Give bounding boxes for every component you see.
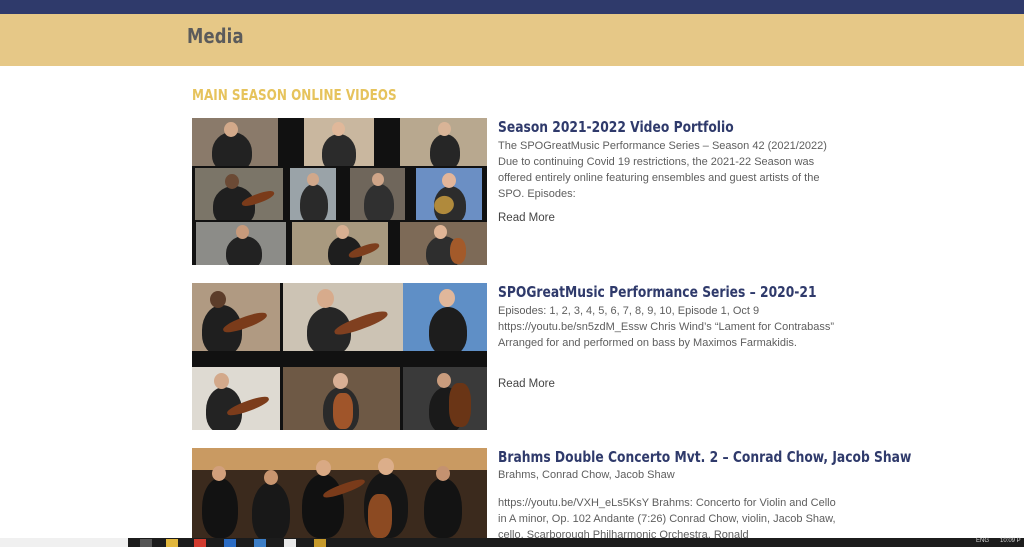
language-indicator[interactable]: ENG: [976, 538, 989, 544]
app-icon[interactable]: [284, 539, 296, 547]
video-post-season-2021-2022: Season 2021-2022 Video Portfolio The SPO…: [192, 118, 842, 266]
os-taskbar: ENG 10:09 P: [0, 538, 1024, 547]
page-title: Media: [187, 24, 244, 48]
entry-excerpt: The SPOGreatMusic Performance Series – S…: [498, 140, 827, 200]
top-nav-bar: [0, 0, 1024, 14]
app-icon[interactable]: [224, 539, 236, 547]
video-post-brahms-double-concerto: Brahms Double Concerto Mvt. 2 – Conrad C…: [192, 448, 911, 541]
task-view-icon[interactable]: [140, 539, 152, 547]
entry-excerpt: Episodes: 1, 2, 3, 4, 5, 6, 7, 8, 9, 10,…: [498, 305, 835, 349]
entry-title[interactable]: SPOGreatMusic Performance Series – 2020-…: [498, 283, 817, 301]
taskbar-search-box[interactable]: [0, 538, 128, 547]
video-thumbnail[interactable]: [192, 283, 487, 430]
file-explorer-icon[interactable]: [166, 539, 178, 547]
entry-title[interactable]: Brahms Double Concerto Mvt. 2 – Conrad C…: [498, 448, 911, 466]
page-header: [0, 14, 1024, 66]
system-clock[interactable]: 10:09 P: [1000, 538, 1021, 544]
entry-excerpt: https://youtu.be/VXH_eLs5KsY Brahms: Con…: [498, 497, 836, 541]
entry-title[interactable]: Season 2021-2022 Video Portfolio: [498, 118, 734, 136]
read-more-link[interactable]: Read More: [498, 212, 555, 224]
video-thumbnail[interactable]: [192, 118, 487, 265]
video-thumbnail[interactable]: [192, 448, 487, 538]
section-heading: MAIN SEASON ONLINE VIDEOS: [192, 86, 397, 104]
read-more-link[interactable]: Read More: [498, 378, 555, 390]
entry-subtitle: Brahms, Conrad Chow, Jacob Shaw: [498, 469, 675, 481]
video-post-2020-21-series: SPOGreatMusic Performance Series – 2020-…: [192, 283, 842, 431]
app-icon[interactable]: [254, 539, 266, 547]
app-icon[interactable]: [314, 539, 326, 547]
browser-icon[interactable]: [194, 539, 206, 547]
